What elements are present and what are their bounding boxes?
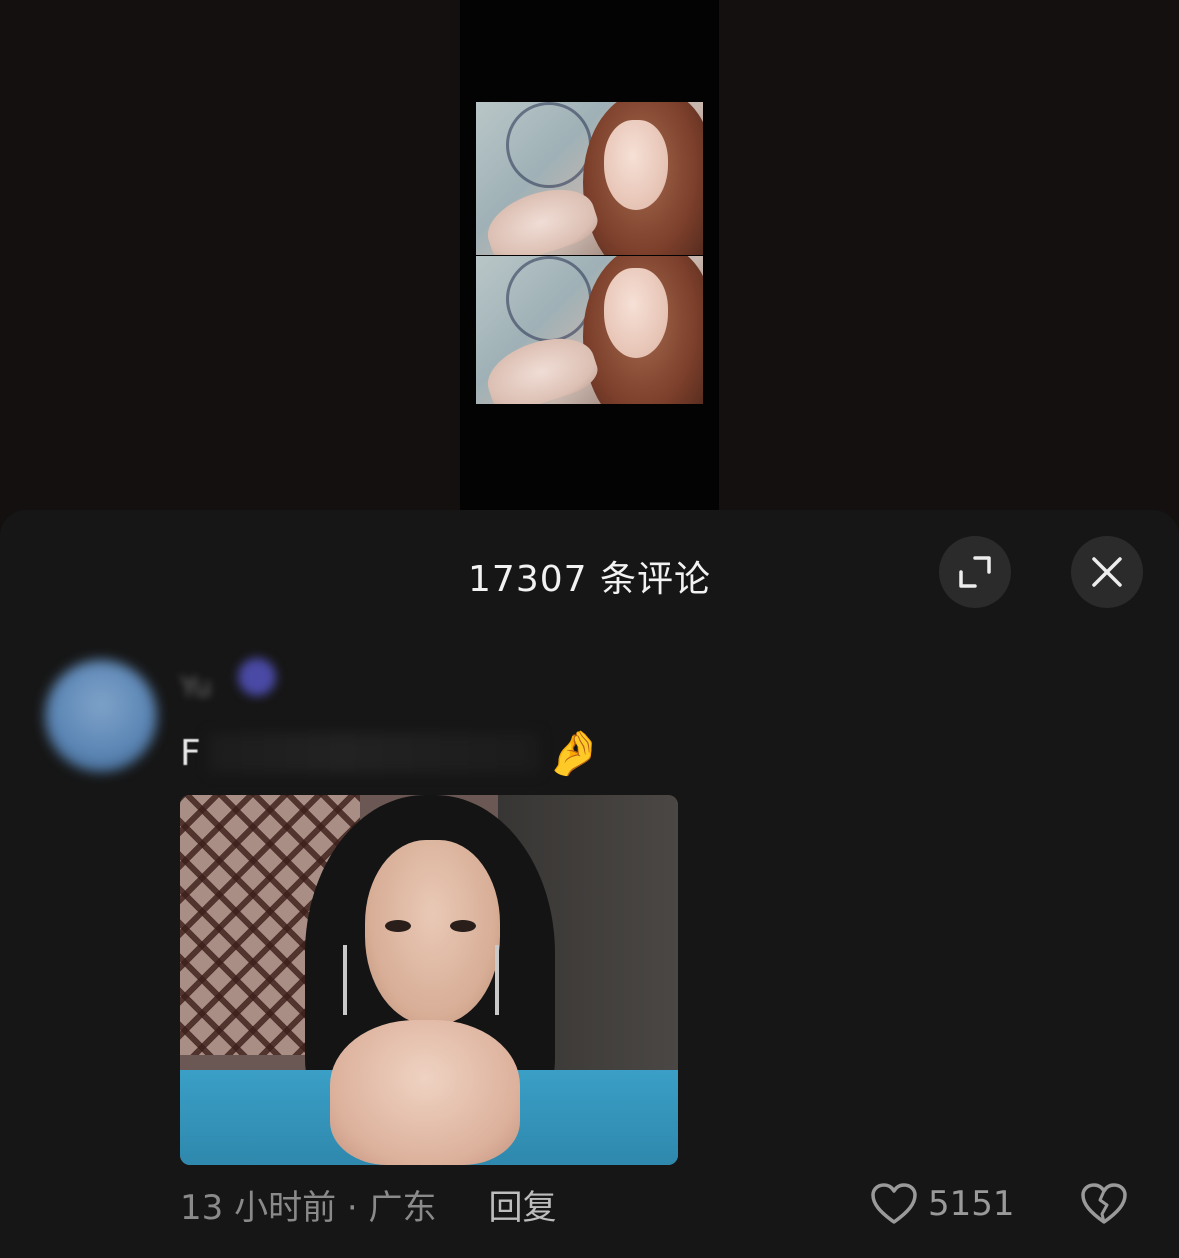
comment-time-location: 13 小时前 · 广东 <box>180 1187 437 1228</box>
like-count: 5151 <box>928 1184 1015 1224</box>
close-icon <box>1092 557 1122 587</box>
like-button[interactable]: 5151 <box>870 1178 1015 1230</box>
comment-text: F <box>180 732 201 774</box>
comment-text-redacted <box>208 733 539 773</box>
video-player[interactable] <box>0 0 1179 520</box>
user-badge-icon <box>238 658 276 696</box>
broken-heart-icon <box>1081 1183 1127 1224</box>
expand-icon <box>959 556 991 588</box>
pinched-fingers-emoji: 🤌 <box>546 728 602 779</box>
comment-body: F 🤌 <box>180 728 602 779</box>
video-photo-bottom <box>476 256 703 404</box>
avatar[interactable] <box>45 660 157 772</box>
video-photo-top <box>476 102 703 255</box>
comment-meta: 13 小时前 · 广东 回复 <box>180 1180 557 1228</box>
comment-image[interactable] <box>180 795 678 1165</box>
dislike-button[interactable] <box>1078 1180 1130 1228</box>
video-frame <box>460 0 719 510</box>
reply-button[interactable]: 回复 <box>489 1180 557 1229</box>
screen: 17307 条评论 Yu F 🤌 13 小时前 · 广东 回复 5151 <box>0 0 1179 1258</box>
comments-sheet: 17307 条评论 Yu F 🤌 13 小时前 · 广东 回复 5151 <box>0 510 1179 1258</box>
expand-button[interactable] <box>939 536 1011 608</box>
heart-icon <box>871 1183 917 1224</box>
close-button[interactable] <box>1071 536 1143 608</box>
